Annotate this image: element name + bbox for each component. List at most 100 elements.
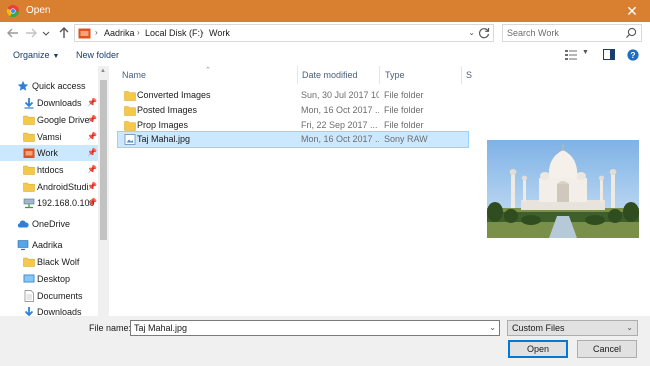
file-row[interactable]: Posted Images Mon, 16 Oct 2017 ... File … <box>118 103 468 118</box>
nav-label: AndroidStudi <box>37 182 89 192</box>
folder-icon <box>124 91 136 101</box>
address-row: › Aadrika › Local Disk (F:) › Work ⌄ <box>0 22 650 44</box>
crumb-aadrika[interactable]: Aadrika <box>104 28 135 38</box>
column-header-size[interactable]: S <box>462 66 472 84</box>
pin-icon[interactable]: 📌 <box>87 115 97 124</box>
window-title: Open <box>26 5 51 16</box>
cloud-icon <box>17 220 29 228</box>
pin-icon[interactable]: 📌 <box>87 98 97 107</box>
pin-icon[interactable]: 📌 <box>87 198 97 207</box>
file-date: Fri, 22 Sep 2017 ... <box>301 120 378 130</box>
file-type: File folder <box>384 90 424 100</box>
desktop-icon <box>23 274 35 283</box>
close-button[interactable]: ✕ <box>614 0 650 22</box>
pin-icon[interactable]: 📌 <box>87 182 97 191</box>
folder-location-icon <box>78 28 91 39</box>
nav-quick-access[interactable]: Quick access <box>0 78 98 94</box>
nav-downloads[interactable]: Downloads 📌 <box>0 95 98 111</box>
crumb-separator[interactable]: › <box>201 28 204 37</box>
column-header-date[interactable]: Date modified <box>298 66 380 84</box>
pin-icon[interactable]: 📌 <box>87 165 97 174</box>
arrow-right-icon[interactable] <box>24 26 38 40</box>
nav-desktop[interactable]: Desktop <box>0 271 98 287</box>
crumb-local-disk[interactable]: Local Disk (F:) <box>145 28 203 38</box>
nav-vamsi[interactable]: Vamsi 📌 <box>0 129 98 145</box>
file-name-label: File name: <box>89 323 132 333</box>
scrollbar-thumb[interactable] <box>100 80 107 240</box>
nav-downloads-pc[interactable]: Downloads <box>0 304 98 316</box>
download-arrow-icon <box>24 307 34 316</box>
search-icon[interactable] <box>625 27 637 39</box>
crumb-separator[interactable]: › <box>137 28 140 37</box>
computer-icon <box>17 240 29 251</box>
file-name: Posted Images <box>137 105 198 115</box>
folder-icon <box>23 257 35 267</box>
file-name-combobox[interactable]: ⌄ <box>130 320 500 336</box>
nav-scrollbar[interactable]: ▲ <box>98 66 109 316</box>
file-type: File folder <box>384 105 424 115</box>
chevron-down-icon[interactable] <box>42 26 50 40</box>
file-name-input[interactable] <box>134 322 479 334</box>
new-folder-button[interactable]: New folder <box>76 50 119 60</box>
scroll-up-arrow-icon[interactable]: ▲ <box>100 68 106 74</box>
nav-google-drive[interactable]: Google Drive 📌 <box>0 112 98 128</box>
nav-android-studio[interactable]: AndroidStudi 📌 <box>0 179 98 195</box>
file-type: Sony RAW <box>384 134 428 144</box>
file-date: Mon, 16 Oct 2017 ... <box>301 134 379 144</box>
file-row[interactable]: Prop Images Fri, 22 Sep 2017 ... File fo… <box>118 118 468 133</box>
caret-down-icon: ▼ <box>52 53 60 60</box>
view-options-icon[interactable] <box>564 49 578 61</box>
cancel-button[interactable]: Cancel <box>577 340 637 358</box>
chevron-down-icon[interactable]: ⌄ <box>489 323 496 332</box>
file-name: Taj Mahal.jpg <box>137 134 191 144</box>
file-type-filter[interactable]: Custom Files ⌄ <box>507 320 638 336</box>
nav-this-pc[interactable]: Aadrika <box>0 237 98 253</box>
refresh-icon[interactable] <box>477 26 491 40</box>
folder-icon <box>23 165 35 175</box>
folder-icon <box>124 121 136 131</box>
nav-documents[interactable]: Documents <box>0 288 98 304</box>
pin-icon[interactable]: 📌 <box>87 132 97 141</box>
title-bar: Open ✕ <box>0 0 650 22</box>
search-box[interactable] <box>502 24 642 42</box>
organize-label: Organize <box>13 50 50 60</box>
nav-onedrive[interactable]: OneDrive <box>0 216 98 232</box>
network-drive-icon <box>23 198 35 209</box>
image-file-icon <box>124 134 136 145</box>
file-row[interactable]: Converted Images Sun, 30 Jul 2017 10... … <box>118 88 468 103</box>
navigation-pane[interactable]: Quick access Downloads 📌 Google Drive 📌 … <box>0 66 110 316</box>
address-history-chevron-icon[interactable]: ⌄ <box>468 28 475 37</box>
file-date: Mon, 16 Oct 2017 ... <box>301 105 379 115</box>
file-row-selected[interactable]: Taj Mahal.jpg Mon, 16 Oct 2017 ... Sony … <box>117 131 469 148</box>
nav-label: Black Wolf <box>37 257 80 267</box>
chevron-down-icon[interactable]: ⌄ <box>626 323 633 332</box>
help-icon[interactable]: ? <box>627 49 639 61</box>
open-button[interactable]: Open <box>508 340 568 358</box>
nav-label: 192.168.0.100 <box>37 198 95 208</box>
image-preview <box>487 140 639 238</box>
nav-black-wolf[interactable]: Black Wolf <box>0 254 98 270</box>
nav-htdocs[interactable]: htdocs 📌 <box>0 162 98 178</box>
file-name: Prop Images <box>137 120 189 130</box>
download-arrow-icon <box>24 98 34 109</box>
nav-network-share[interactable]: 192.168.0.100 📌 <box>0 195 98 211</box>
arrow-up-icon[interactable] <box>57 26 71 40</box>
column-header-type[interactable]: Type <box>380 66 462 84</box>
view-chevron-icon[interactable]: ▼ <box>582 49 589 56</box>
folder-icon <box>23 132 35 142</box>
nav-label: Downloads <box>37 307 82 316</box>
crumb-work[interactable]: Work <box>209 28 230 38</box>
arrow-left-icon[interactable] <box>6 26 20 40</box>
column-header-label: Type <box>385 70 405 80</box>
preview-pane-icon[interactable] <box>603 49 615 60</box>
address-bar[interactable]: › Aadrika › Local Disk (F:) › Work ⌄ <box>74 24 494 42</box>
organize-button[interactable]: Organize ▼ <box>13 50 59 60</box>
folder-icon <box>23 182 35 192</box>
nav-label: OneDrive <box>32 219 71 229</box>
file-name: Converted Images <box>137 90 211 100</box>
pin-icon[interactable]: 📌 <box>87 148 97 157</box>
search-input[interactable] <box>507 26 619 40</box>
folder-icon <box>23 115 35 125</box>
column-header-name[interactable]: Name <box>118 66 298 84</box>
nav-work[interactable]: Work 📌 <box>0 145 98 161</box>
